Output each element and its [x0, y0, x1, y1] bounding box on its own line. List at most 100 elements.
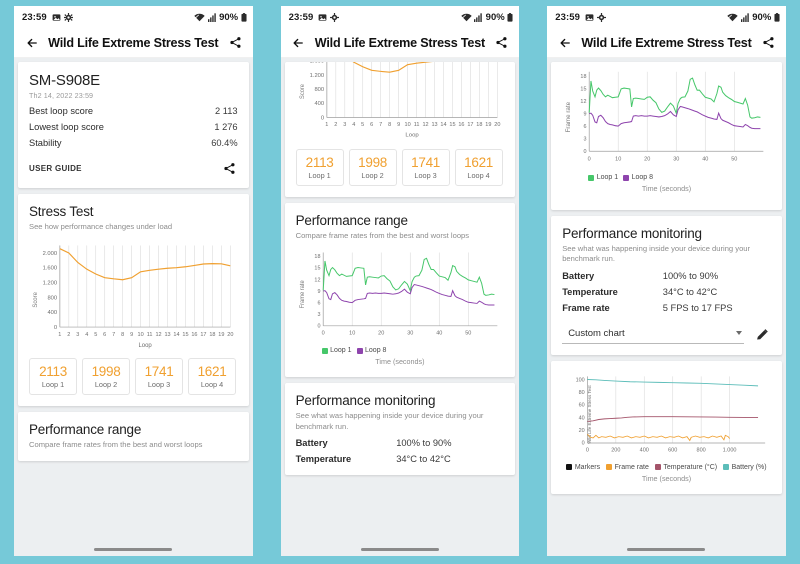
loop-score-card[interactable]: 1621 Loop 4	[454, 149, 503, 186]
loop-score: 1741	[411, 155, 441, 170]
loop-score: 1741	[144, 364, 174, 380]
svg-text:7: 7	[112, 332, 115, 338]
phone-screen-1: 23:59 90% Wild Life Extreme Stress Test …	[0, 0, 267, 564]
svg-text:9: 9	[317, 289, 320, 295]
svg-text:15: 15	[449, 122, 455, 128]
legend-swatch	[566, 464, 573, 470]
user-guide-button[interactable]: USER GUIDE	[29, 164, 82, 173]
loop-score-list[interactable]: 2113 Loop 1 1998 Loop 2 1741 Loop 3 1621…	[295, 149, 505, 186]
scroll-content-1[interactable]: SM-S908E Th2 14, 2022 23:59 Best loop sc…	[14, 58, 253, 543]
svg-text:40: 40	[436, 331, 442, 337]
svg-text:400: 400	[47, 310, 57, 316]
share-icon[interactable]	[760, 34, 777, 51]
nav-gesture-handle[interactable]	[547, 543, 786, 556]
stress-test-card-partial: Score 04008001.2001.6002.000 12345678910…	[284, 62, 516, 197]
grid-lines	[326, 62, 498, 118]
svg-text:6: 6	[103, 332, 106, 338]
nav-gesture-handle[interactable]	[280, 543, 520, 556]
x-tick-labels: 0 10 20 30 40 50	[588, 157, 738, 163]
scroll-content-3[interactable]: Frame rate 0 3 6 9 12 15 18 0 10 20 30 40 50	[547, 58, 786, 543]
loop-score: 2113	[39, 364, 67, 380]
loop-score-list[interactable]: 2113 Loop 1 1998 Loop 2 1741 Loop 3 1621…	[29, 358, 238, 396]
svg-text:40: 40	[702, 157, 708, 163]
back-arrow-icon[interactable]	[290, 34, 307, 51]
page-title: Wild Life Extreme Stress Test	[581, 35, 752, 50]
chart-type-select[interactable]: Custom chart	[562, 326, 744, 344]
svg-text:0: 0	[586, 447, 589, 453]
share-icon[interactable]	[227, 34, 244, 51]
loop-score-card[interactable]: 1998 Loop 2	[348, 149, 397, 186]
loop-score-card[interactable]: 1741 Loop 3	[135, 358, 183, 396]
loop-score-card[interactable]: 1998 Loop 2	[82, 358, 130, 396]
loop-score-card[interactable]: 1741 Loop 3	[401, 149, 450, 186]
pencil-icon[interactable]	[754, 326, 771, 343]
legend-label: Loop 8	[365, 347, 387, 355]
svg-text:3: 3	[76, 332, 79, 338]
x-tick-labels: 0 10 20 30 40 50	[321, 331, 471, 337]
svg-text:3: 3	[343, 122, 346, 128]
signal-icon	[740, 12, 749, 22]
stat-label: Stability	[29, 138, 62, 148]
svg-text:14: 14	[440, 122, 446, 128]
svg-text:0: 0	[321, 331, 324, 337]
svg-text:15: 15	[182, 332, 188, 338]
loop-score-card[interactable]: 1621 Loop 4	[188, 358, 236, 396]
svg-text:2: 2	[67, 332, 70, 338]
legend-item-framerate: Frame rate	[606, 464, 649, 471]
svg-text:12: 12	[314, 278, 320, 284]
svg-text:12: 12	[155, 332, 161, 338]
svg-text:0: 0	[54, 325, 57, 331]
chevron-down-icon[interactable]	[735, 331, 742, 335]
svg-text:800: 800	[314, 87, 324, 93]
svg-text:3: 3	[584, 137, 587, 143]
page-title: Wild Life Extreme Stress Test	[48, 35, 219, 50]
svg-text:10: 10	[404, 122, 410, 128]
status-time: 23:59	[555, 11, 580, 23]
performance-range-card-partial: Frame rate 0 3 6 9 12 15 18 0 10 20 30 40 50	[551, 62, 782, 210]
share-icon[interactable]	[221, 160, 238, 177]
svg-text:1.000: 1.000	[723, 447, 737, 453]
loop-score: 1621	[197, 364, 227, 380]
status-bar: 23:59 90%	[547, 6, 786, 28]
x-tick-labels: 0 200 400 600 800 1.000	[586, 447, 737, 453]
section-title: Performance monitoring	[562, 226, 702, 241]
legend-label: Temperature (°C)	[663, 463, 718, 471]
share-icon[interactable]	[493, 34, 510, 51]
stat-value: 60.4%	[211, 138, 238, 148]
scroll-content-2[interactable]: Score 04008001.2001.6002.000 12345678910…	[280, 58, 520, 543]
svg-text:40: 40	[579, 415, 585, 421]
legend-swatch	[654, 464, 661, 470]
legend-swatch	[356, 347, 363, 354]
svg-text:400: 400	[640, 447, 649, 453]
app-bar: Wild Life Extreme Stress Test	[547, 28, 786, 58]
monitor-value: 100% to 90%	[396, 437, 452, 448]
battery-icon	[507, 12, 513, 22]
section-title: Performance range	[29, 422, 142, 438]
stress-test-svg-clipped: Score 04008001.2001.6002.000 12345678910…	[300, 62, 500, 138]
stress-test-svg: Score 04008001.2001.6002.000 1 2 3 4 5 6 7 8 9 10…	[33, 245, 233, 349]
nav-gesture-handle[interactable]	[14, 543, 253, 556]
svg-text:10: 10	[615, 157, 621, 163]
monitor-value: 100% to 90%	[662, 270, 719, 281]
monitor-value: 5 FPS to 17 FPS	[662, 302, 733, 313]
y-axis-label: Score	[33, 292, 39, 308]
monitor-row-framerate: Frame rate 5 FPS to 17 FPS	[562, 297, 771, 313]
loop-label: Loop 4	[200, 380, 224, 390]
monitor-label: Battery	[562, 270, 595, 281]
loop-score-card[interactable]: 2113 Loop 1	[29, 358, 77, 396]
wifi-icon	[727, 13, 738, 21]
legend-swatch	[723, 464, 730, 470]
svg-text:2.000: 2.000	[43, 251, 58, 257]
x-axis-label: Loop	[138, 343, 152, 349]
back-arrow-icon[interactable]	[23, 34, 40, 51]
loop-score-card[interactable]: 2113 Loop 1	[295, 149, 344, 186]
svg-text:4: 4	[85, 332, 88, 338]
svg-text:5: 5	[94, 332, 97, 338]
back-arrow-icon[interactable]	[556, 34, 573, 51]
monitor-row-battery: Battery 100% to 90%	[296, 432, 505, 448]
svg-text:17: 17	[467, 122, 473, 128]
app-bar: Wild Life Extreme Stress Test	[14, 28, 253, 58]
loop-score: 2113	[305, 155, 334, 170]
section-subtitle: Compare frame rates from the best and wo…	[29, 440, 203, 450]
stat-row-best: Best loop score 2 113	[29, 100, 238, 116]
